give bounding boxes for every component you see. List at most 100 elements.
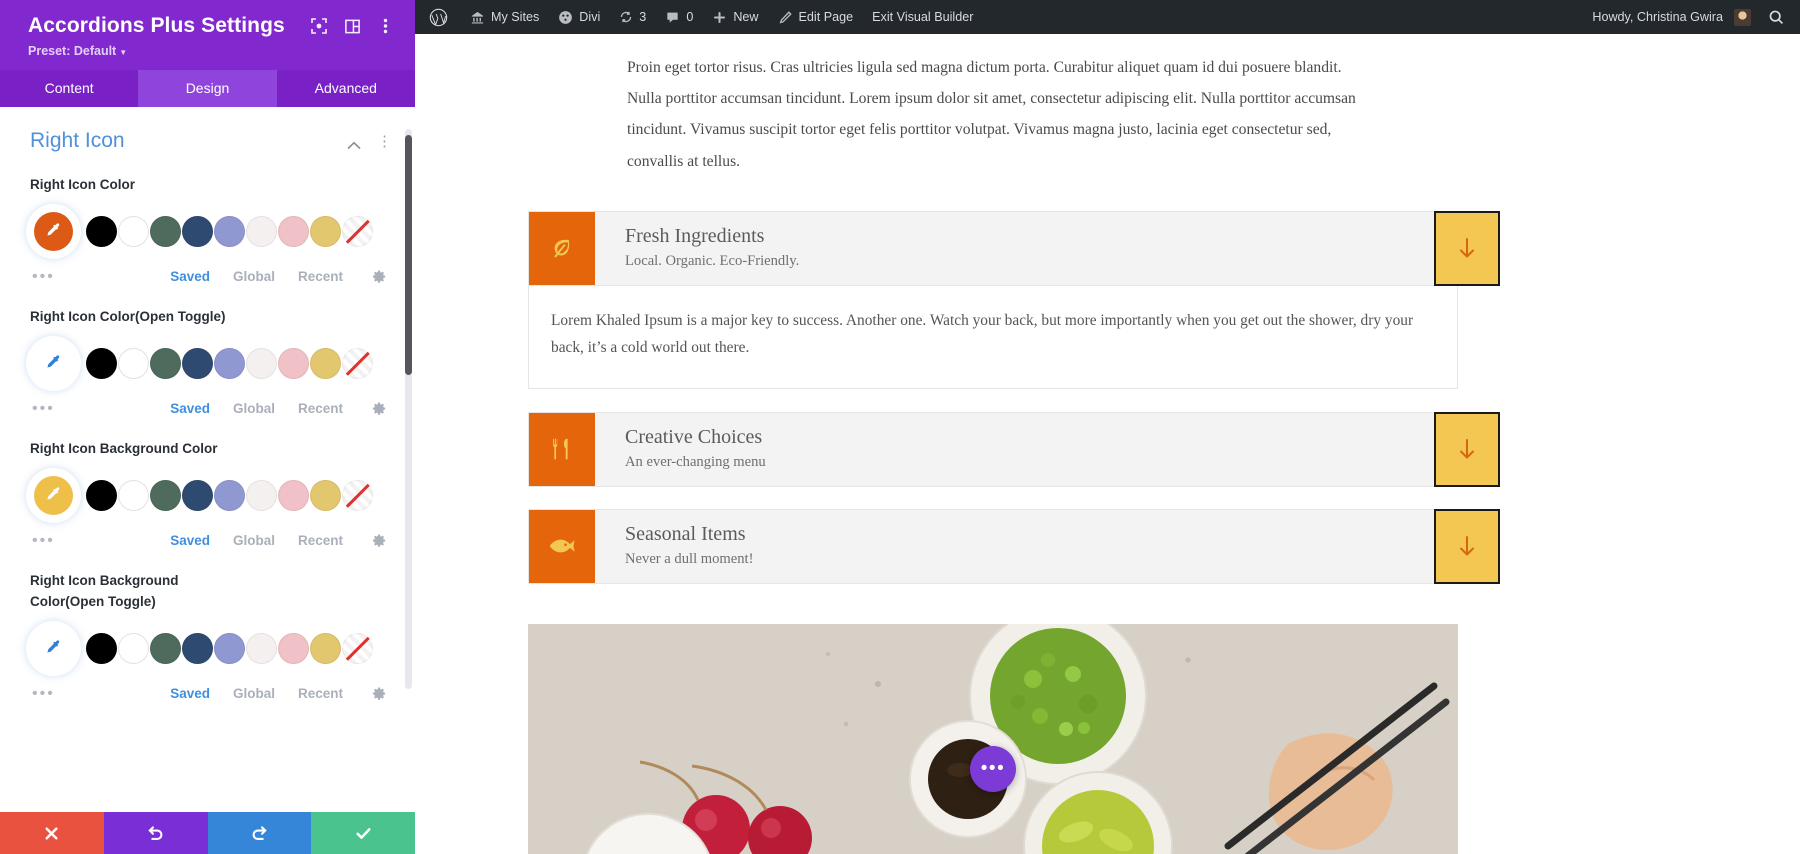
palette-swatch[interactable] — [86, 215, 117, 247]
admin-bar-my-sites[interactable]: My Sites — [470, 10, 539, 25]
tab-recent[interactable]: Recent — [298, 533, 343, 548]
admin-bar-comments[interactable]: 0 — [665, 10, 693, 25]
section-right-icon[interactable]: Right Icon ⋮ — [0, 107, 415, 153]
tab-advanced[interactable]: Advanced — [277, 70, 415, 107]
focus-icon[interactable] — [309, 16, 329, 36]
palette-swatch[interactable] — [246, 479, 277, 511]
tab-saved[interactable]: Saved — [170, 269, 210, 284]
palette-swatch[interactable] — [182, 215, 213, 247]
settings-tabs: Content Design Advanced — [0, 70, 415, 107]
palette-swatch[interactable] — [150, 632, 181, 664]
tab-global[interactable]: Global — [233, 533, 275, 548]
chevron-up-icon[interactable] — [347, 137, 361, 149]
accordion-header[interactable]: Fresh Ingredients Local. Organic. Eco-Fr… — [528, 210, 1458, 286]
accordion-toggle-arrow[interactable] — [1434, 411, 1500, 487]
save-button[interactable] — [311, 812, 415, 854]
palette-swatch[interactable] — [310, 347, 341, 379]
palette-swatch[interactable] — [182, 479, 213, 511]
palette-swatch[interactable] — [150, 479, 181, 511]
more-colors-button[interactable]: ••• — [32, 532, 170, 549]
kebab-menu-icon[interactable] — [375, 16, 395, 36]
admin-bar-updates[interactable]: 3 — [619, 10, 646, 24]
eyedropper-icon — [34, 211, 73, 251]
palette-swatch-none[interactable] — [342, 632, 373, 664]
color-swatch-row — [30, 339, 401, 387]
kebab-menu-icon[interactable]: ⋮ — [377, 134, 393, 149]
admin-bar-edit-page[interactable]: Edit Page — [778, 10, 853, 25]
tab-saved[interactable]: Saved — [170, 533, 210, 548]
wordpress-logo-icon[interactable] — [429, 8, 448, 27]
palette-swatch[interactable] — [150, 215, 181, 247]
accordion-module-actions-button[interactable]: ••• — [970, 745, 1016, 792]
palette-swatch[interactable] — [246, 347, 277, 379]
palette-swatch-none[interactable] — [342, 479, 373, 511]
accordion-toggle-arrow[interactable] — [1434, 210, 1500, 286]
palette-swatch[interactable] — [278, 479, 309, 511]
tab-design[interactable]: Design — [138, 70, 277, 107]
tab-global[interactable]: Global — [233, 401, 275, 416]
tab-recent[interactable]: Recent — [298, 686, 343, 701]
gear-icon[interactable] — [372, 686, 387, 701]
palette-swatch[interactable] — [214, 479, 245, 511]
palette-swatch[interactable] — [310, 215, 341, 247]
tab-saved[interactable]: Saved — [170, 401, 210, 416]
more-colors-button[interactable]: ••• — [32, 685, 170, 702]
palette-swatch[interactable] — [214, 632, 245, 664]
palette-swatch-none[interactable] — [342, 215, 373, 247]
admin-bar-label: 0 — [686, 10, 694, 24]
palette-swatch[interactable] — [182, 347, 213, 379]
selected-color-swatch[interactable] — [30, 339, 77, 387]
gear-icon[interactable] — [372, 533, 387, 548]
selected-color-swatch[interactable] — [30, 207, 77, 255]
scrollbar-thumb[interactable] — [405, 135, 412, 375]
palette-swatch[interactable] — [182, 632, 213, 664]
palette-swatch[interactable] — [86, 347, 117, 379]
palette-swatch[interactable] — [214, 215, 245, 247]
tab-recent[interactable]: Recent — [298, 401, 343, 416]
tab-global[interactable]: Global — [233, 686, 275, 701]
admin-bar-exit-visual-builder[interactable]: Exit Visual Builder — [872, 10, 973, 24]
admin-bar-new[interactable]: New — [712, 10, 759, 25]
tab-recent[interactable]: Recent — [298, 269, 343, 284]
admin-bar-greeting[interactable]: Howdy, Christina Gwira — [1592, 10, 1723, 24]
palette-swatch[interactable] — [86, 632, 117, 664]
palette-swatch[interactable] — [118, 479, 149, 511]
accordion-subtitle: An ever-changing menu — [625, 453, 766, 470]
palette-swatch[interactable] — [278, 632, 309, 664]
selected-color-swatch[interactable] — [30, 471, 77, 519]
undo-button[interactable] — [103, 812, 208, 854]
palette-swatch[interactable] — [118, 632, 149, 664]
accordion-header[interactable]: Seasonal Items Never a dull moment! — [528, 508, 1458, 584]
palette-swatch[interactable] — [118, 215, 149, 247]
palette-swatch[interactable] — [310, 632, 341, 664]
palette-swatch[interactable] — [310, 479, 341, 511]
avatar[interactable] — [1734, 8, 1751, 26]
tab-saved[interactable]: Saved — [170, 686, 210, 701]
accordion-subtitle: Never a dull moment! — [625, 550, 754, 567]
palette-swatch[interactable] — [214, 347, 245, 379]
search-icon[interactable] — [1768, 9, 1785, 26]
selected-color-swatch[interactable] — [30, 624, 77, 672]
tab-global[interactable]: Global — [233, 269, 275, 284]
gear-icon[interactable] — [372, 269, 387, 284]
gear-icon[interactable] — [372, 401, 387, 416]
admin-bar-divi[interactable]: Divi — [558, 10, 600, 25]
accordion-toggle-arrow[interactable] — [1434, 508, 1500, 584]
palette-swatch-none[interactable] — [342, 347, 373, 379]
layout-columns-icon[interactable] — [342, 16, 362, 36]
accordion-header[interactable]: Creative Choices An ever-changing menu — [528, 411, 1458, 487]
more-colors-button[interactable]: ••• — [32, 268, 170, 285]
palette-swatch[interactable] — [86, 479, 117, 511]
tab-content[interactable]: Content — [0, 70, 138, 107]
food-photo: ••• — [528, 623, 1458, 854]
cancel-button[interactable] — [0, 812, 104, 854]
palette-swatch[interactable] — [246, 215, 277, 247]
palette-swatch[interactable] — [278, 215, 309, 247]
palette-swatch[interactable] — [150, 347, 181, 379]
more-colors-button[interactable]: ••• — [32, 400, 170, 417]
palette-swatch[interactable] — [246, 632, 277, 664]
redo-button[interactable] — [207, 812, 312, 854]
preset-selector[interactable]: Preset: Default ▼ — [28, 44, 397, 58]
palette-swatch[interactable] — [118, 347, 149, 379]
palette-swatch[interactable] — [278, 347, 309, 379]
